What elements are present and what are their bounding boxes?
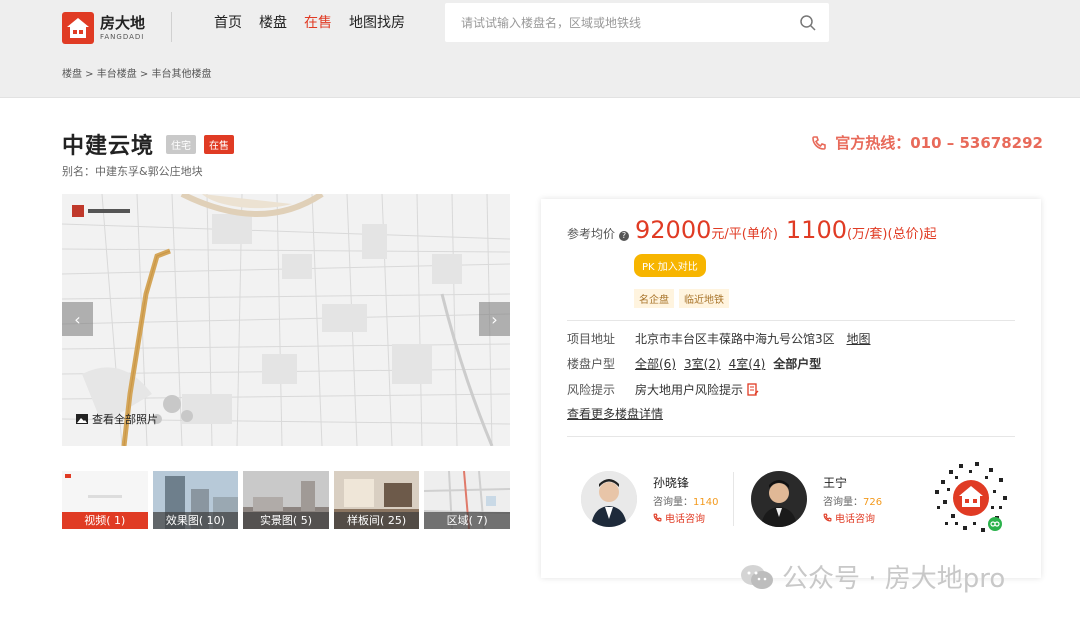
search-icon[interactable] [799, 14, 817, 32]
agent-name: 孙晓锋 [653, 475, 690, 490]
property-name: 中建云境 [62, 134, 155, 159]
address-label: 项目地址 [567, 332, 616, 346]
property-info-card: 参考均价 ? 92000 元/平(单价) 1100 (万/套)(总价)起 PK … [541, 199, 1041, 578]
document-icon[interactable] [747, 383, 759, 396]
thumb-video[interactable]: 视频( 1) [62, 471, 148, 529]
status-badge: 在售 [204, 134, 235, 154]
phone-icon [823, 513, 832, 521]
hotline[interactable]: 官方热线：010 – 53678292 [811, 132, 1043, 153]
feature-tag: 临近地铁 [679, 289, 729, 308]
search-input[interactable] [445, 3, 775, 42]
thumb-label: 视频( 1) [62, 512, 148, 529]
thumb-showroom[interactable]: 样板间( 25) [333, 471, 420, 529]
feature-tag: 名企盘 [634, 289, 674, 308]
photo-gallery[interactable]: ‹ › 查看全部照片 [62, 194, 510, 446]
all-layouts-link[interactable]: 全部户型 [773, 357, 821, 371]
agent-card[interactable]: 王宁 咨询量：726 电话咨询 [751, 471, 882, 527]
agent-consult-count: 咨询量：1140 [653, 496, 719, 508]
divider [567, 436, 1015, 437]
breadcrumb-item[interactable]: 楼盘 [62, 69, 82, 80]
type-badge: 住宅 [166, 134, 197, 154]
map-watermark [72, 204, 132, 220]
thumbnail-strip: 视频( 1) 效果图( 10) 实景图( 5) 样板间( 25) 区域( 7) [62, 471, 510, 529]
feature-tags: 名企盘 临近地铁 [634, 289, 729, 308]
search-box [445, 3, 829, 42]
divider [567, 320, 1015, 321]
avatar [751, 471, 807, 527]
thumb-area[interactable]: 区域( 7) [424, 471, 510, 529]
layout-option[interactable]: 全部(6) [635, 357, 676, 371]
chevron-left-icon: ‹ [74, 309, 81, 329]
phone-icon [653, 513, 662, 521]
nav-home[interactable]: 首页 [214, 13, 242, 33]
logo-name-en: FANGDADI [100, 32, 145, 41]
thumb-label: 实景图( 5) [243, 512, 329, 529]
risk-label: 风险提示 [567, 383, 616, 397]
agent-card[interactable]: 孙晓锋 咨询量：1140 电话咨询 [581, 471, 718, 527]
property-title-row: 中建云境 住宅 在售 [62, 128, 235, 160]
thumb-real-photos[interactable]: 实景图( 5) [243, 471, 329, 529]
main-nav: 首页 楼盘 在售 地图找房 [214, 13, 405, 33]
logo-divider [171, 12, 172, 42]
agent-call-button[interactable]: 电话咨询 [653, 510, 718, 525]
image-icon [76, 414, 88, 424]
chevron-right-icon: › [491, 309, 498, 329]
logo-house-icon [62, 12, 94, 44]
gallery-next-button[interactable]: › [479, 302, 510, 336]
wechat-watermark: 公众号 · 房大地pro [740, 558, 1005, 595]
unit-price-suffix: 元/平(单价) [711, 227, 778, 242]
mini-program-qr-code[interactable] [929, 456, 1013, 540]
thumb-label: 样板间( 25) [333, 512, 420, 529]
unit-price: 92000 [635, 216, 712, 244]
address-row: 项目地址 北京市丰台区丰葆路中海九号公馆3区 地图 [567, 330, 878, 347]
layout-row: 楼盘户型 全部(6) 3室(2) 4室(4) 全部户型 [567, 355, 821, 372]
nav-map-search[interactable]: 地图找房 [349, 13, 405, 33]
agent-name: 王宁 [823, 475, 848, 490]
agent-call-button[interactable]: 电话咨询 [823, 510, 882, 525]
risk-value[interactable]: 房大地用户风险提示 [635, 381, 743, 398]
site-logo[interactable]: 房大地 FANGDADI [62, 12, 174, 44]
total-price: 1100 [785, 216, 847, 244]
add-compare-button[interactable]: PK 加入对比 [634, 254, 706, 277]
wechat-icon [741, 564, 773, 589]
help-icon[interactable]: ? [619, 231, 630, 241]
nav-properties[interactable]: 楼盘 [259, 13, 287, 33]
view-all-photos-label: 查看全部照片 [92, 413, 158, 426]
more-details-link[interactable]: 查看更多楼盘详情 [567, 405, 663, 422]
total-price-suffix: (万/套)(总价)起 [846, 227, 937, 242]
price-label: 参考均价 [567, 227, 616, 241]
agent-divider [733, 472, 734, 526]
address-value: 北京市丰台区丰葆路中海九号公馆3区 [635, 332, 835, 346]
layout-option[interactable]: 3室(2) [684, 357, 721, 371]
view-all-photos-button[interactable]: 查看全部照片 [76, 411, 158, 427]
breadcrumb-item[interactable]: 丰台楼盘 [97, 69, 137, 80]
property-alias: 别名：中建东孚&郭公庄地块 [62, 165, 203, 178]
location-map-image [62, 194, 510, 446]
thumb-renderings[interactable]: 效果图( 10) [152, 471, 239, 529]
layout-label: 楼盘户型 [567, 357, 616, 371]
layout-option[interactable]: 4室(4) [729, 357, 766, 371]
risk-row: 风险提示 房大地用户风险提示 [567, 381, 759, 398]
avatar [581, 471, 637, 527]
nav-on-sale[interactable]: 在售 [304, 13, 332, 33]
thumb-label: 效果图( 10) [152, 512, 239, 529]
breadcrumb: 楼盘 > 丰台楼盘 > 丰台其他楼盘 [62, 69, 212, 80]
breadcrumb-item[interactable]: 丰台其他楼盘 [152, 69, 212, 80]
agent-consult-count: 咨询量：726 [823, 496, 883, 508]
watermark-text: 公众号 · 房大地pro [782, 564, 1006, 594]
hotline-text: 官方热线：010 – 53678292 [835, 134, 1043, 152]
thumb-label: 区域( 7) [424, 512, 510, 529]
phone-icon [812, 135, 827, 150]
price-row: 参考均价 ? 92000 元/平(单价) 1100 (万/套)(总价)起 [567, 216, 937, 244]
gallery-prev-button[interactable]: ‹ [62, 302, 93, 336]
map-link[interactable]: 地图 [846, 332, 870, 346]
logo-name: 房大地 [100, 13, 146, 32]
